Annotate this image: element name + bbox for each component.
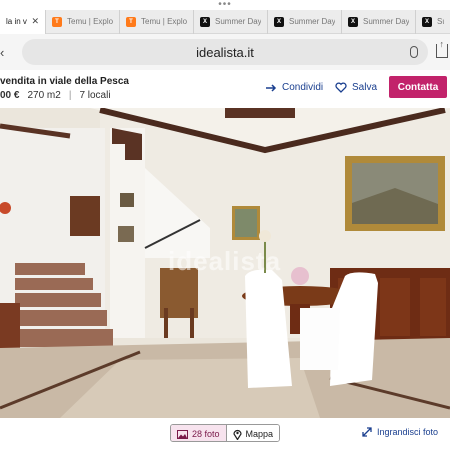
photos-label: 28 foto <box>192 429 220 439</box>
tab-label: Temu | Explo <box>141 17 187 26</box>
tab-summer-day[interactable]: X Su <box>416 10 450 34</box>
save-label: Salva <box>352 82 378 93</box>
share-label: Condividi <box>282 82 324 93</box>
address-row: ‹ idealista.it ↑ <box>0 34 450 70</box>
browser-window: ••• la in vi ✕ T Temu | Explo T Temu | E… <box>0 0 450 450</box>
address-bar[interactable]: idealista.it <box>22 39 428 65</box>
back-icon[interactable]: ‹ <box>0 45 4 60</box>
listing-meta: 00 € 270 m2 | 7 locali <box>0 90 111 101</box>
temu-icon: T <box>126 16 136 27</box>
tab-label: la in vi <box>6 17 28 26</box>
enlarge-photo-button[interactable]: Ingrandisci foto <box>362 427 438 437</box>
listing-rooms: 7 locali <box>79 90 111 101</box>
close-icon[interactable]: ✕ <box>31 16 39 27</box>
tab-temu[interactable]: T Temu | Explo <box>46 9 120 34</box>
map-pin-icon <box>232 429 242 440</box>
image-icon <box>177 429 188 439</box>
listing-photo[interactable]: idealista <box>0 108 450 418</box>
address-text: idealista.it <box>196 44 254 60</box>
tab-label: Summer Day <box>363 17 409 26</box>
share-button[interactable]: Condividi <box>265 82 323 93</box>
tab-strip: la in vi ✕ T Temu | Explo T Temu | Explo… <box>0 9 450 34</box>
tab-label: Temu | Explo <box>67 17 113 26</box>
tab-label: Su <box>437 17 444 26</box>
listing-price: 00 € <box>0 90 20 101</box>
listing-title: vendita in viale della Pesca <box>0 76 129 87</box>
share-icon[interactable] <box>436 44 448 58</box>
tab-summer-day[interactable]: X Summer Day <box>194 9 268 34</box>
tab-temu[interactable]: T Temu | Explo <box>120 9 194 34</box>
map-label: Mappa <box>245 429 274 439</box>
tab-active[interactable]: la in vi ✕ <box>0 9 46 34</box>
save-button[interactable]: Salva <box>335 82 377 93</box>
x-icon: X <box>200 16 210 27</box>
enlarge-label: Ingrandisci foto <box>376 427 438 437</box>
listing-header: vendita in viale della Pesca 00 € 270 m2… <box>0 70 450 108</box>
meta-divider: | <box>68 90 72 101</box>
tab-label: Summer Day <box>215 17 261 26</box>
share-arrow-icon <box>266 83 277 92</box>
contact-button[interactable]: Contatta <box>389 76 447 98</box>
x-icon: X <box>274 16 284 27</box>
photos-tab[interactable]: 28 foto <box>171 425 227 441</box>
x-icon: X <box>422 16 432 27</box>
map-tab[interactable]: Mappa <box>226 425 280 441</box>
temu-icon: T <box>52 16 62 27</box>
photo-toolbar: 28 foto Mappa Ingrandisci foto <box>0 418 450 450</box>
tab-label: Summer Day <box>289 17 335 26</box>
media-switch: 28 foto Mappa <box>170 424 281 442</box>
expand-icon <box>362 427 372 437</box>
x-icon: X <box>348 16 358 27</box>
tab-summer-day[interactable]: X Summer Day <box>342 9 416 34</box>
watermark: idealista <box>168 246 282 276</box>
heart-icon <box>335 82 347 93</box>
listing-area: 270 m2 <box>27 90 61 101</box>
tab-summer-day[interactable]: X Summer Day <box>268 9 342 34</box>
mic-icon[interactable] <box>410 46 418 58</box>
